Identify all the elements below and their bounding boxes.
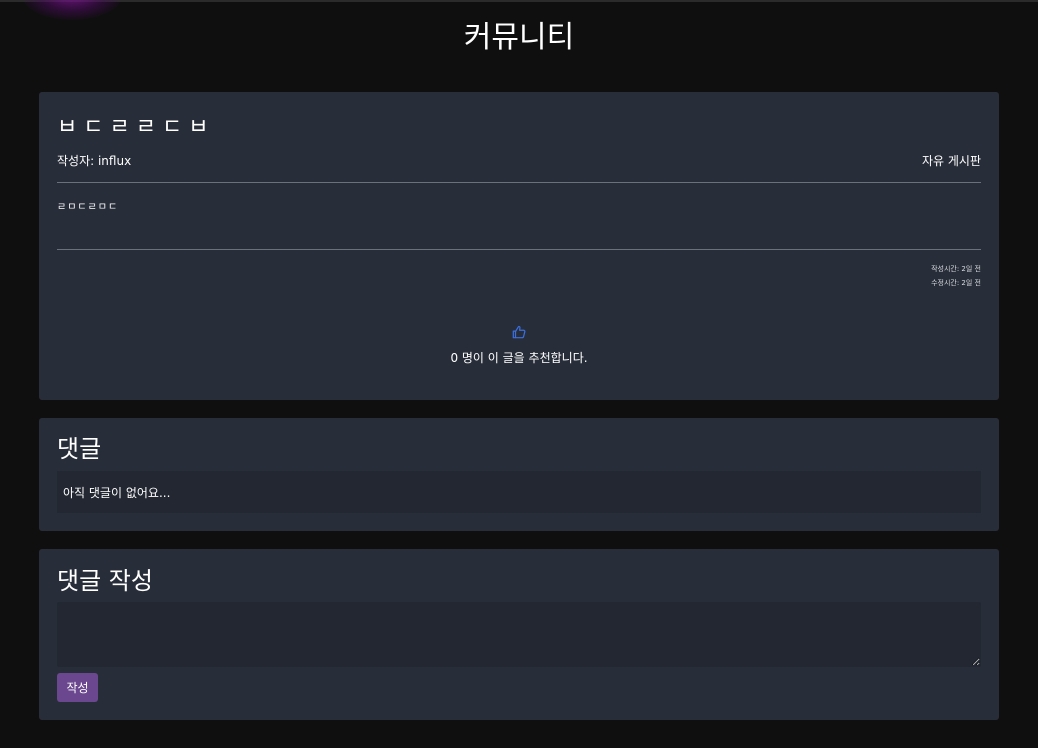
page: 커뮤니티 ㅂㄷㄹㄹㄷㅂ 작성자: influx 자유 게시판 ㄹㅁㄷㄹㅁㄷ 작성… <box>0 0 1038 748</box>
modified-time: 수정시간: 2일 전 <box>931 279 981 287</box>
post-title: ㅂㄷㄹㄹㄷㅂ <box>57 115 215 140</box>
post-card: ㅂㄷㄹㄹㄷㅂ 작성자: influx 자유 게시판 ㄹㅁㄷㄹㅁㄷ 작성시간: 2… <box>39 92 999 400</box>
top-border <box>0 0 1038 2</box>
decorative-glow <box>22 0 122 20</box>
comments-card: 댓글 아직 댓글이 없어요... <box>39 418 999 531</box>
submit-comment-button[interactable]: 작성 <box>57 673 98 702</box>
recommend-count-text: 0 명이 이 글을 추천합니다. <box>450 351 588 365</box>
comments-title: 댓글 <box>57 435 102 463</box>
created-time: 작성시간: 2일 전 <box>931 265 981 273</box>
page-title: 커뮤니티 <box>463 20 575 55</box>
post-meta: 작성자: influx 자유 게시판 <box>57 152 981 170</box>
board-name[interactable]: 자유 게시판 <box>922 152 981 169</box>
comment-textarea[interactable] <box>57 602 981 667</box>
thumbs-up-icon[interactable] <box>511 324 527 340</box>
divider <box>57 249 981 250</box>
recommend-section: 0 명이 이 글을 추천합니다. <box>39 324 999 366</box>
post-timestamps: 작성시간: 2일 전 수정시간: 2일 전 <box>931 262 981 290</box>
empty-comments-message: 아직 댓글이 없어요... <box>57 471 981 513</box>
write-comment-card: 댓글 작성 작성 <box>39 549 999 720</box>
post-author: 작성자: influx <box>57 154 132 168</box>
divider <box>57 182 981 183</box>
post-body: ㄹㅁㄷㄹㅁㄷ <box>57 202 119 213</box>
write-comment-title: 댓글 작성 <box>57 567 153 595</box>
